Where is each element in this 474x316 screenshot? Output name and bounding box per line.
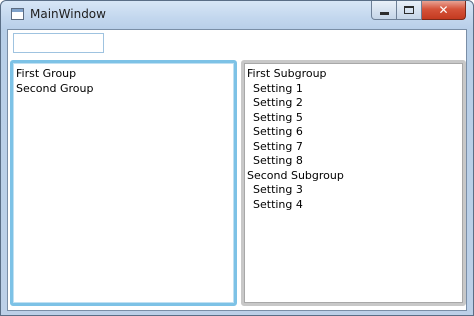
client-area: First Group Second Group First Subgroup Se… — [7, 29, 467, 311]
caption-buttons: ✕ — [371, 1, 466, 20]
setting-list-item[interactable]: Setting 5 — [246, 111, 461, 126]
close-icon: ✕ — [438, 3, 449, 17]
setting-list-item[interactable]: Setting 8 — [246, 154, 461, 169]
setting-list-item[interactable]: Setting 1 — [246, 82, 461, 97]
close-button[interactable]: ✕ — [422, 1, 466, 20]
setting-list-item[interactable]: Setting 7 — [246, 140, 461, 155]
main-window: MainWindow ✕ First Group Second Group Fir… — [0, 0, 474, 316]
subgroups-listbox[interactable]: First Subgroup Setting 1 Setting 2 Setting … — [241, 60, 466, 306]
maximize-button[interactable] — [397, 1, 422, 20]
setting-list-item[interactable]: Setting 2 — [246, 96, 461, 111]
setting-list-item[interactable]: Setting 4 — [246, 198, 461, 213]
setting-list-item[interactable]: Setting 3 — [246, 183, 461, 198]
minimize-button[interactable] — [371, 1, 397, 20]
filter-textbox[interactable] — [13, 33, 104, 53]
window-icon[interactable] — [11, 8, 24, 20]
title-bar[interactable]: MainWindow ✕ — [1, 1, 473, 29]
minimize-icon — [379, 12, 389, 15]
group-list-item[interactable]: Second Group — [15, 82, 232, 97]
window-title: MainWindow — [30, 7, 106, 21]
subgroup-header-item[interactable]: First Subgroup — [246, 67, 461, 82]
maximize-icon — [404, 6, 414, 14]
subgroup-header-item[interactable]: Second Subgroup — [246, 169, 461, 184]
setting-list-item[interactable]: Setting 6 — [246, 125, 461, 140]
groups-listbox[interactable]: First Group Second Group — [10, 60, 237, 306]
group-list-item[interactable]: First Group — [15, 67, 232, 82]
